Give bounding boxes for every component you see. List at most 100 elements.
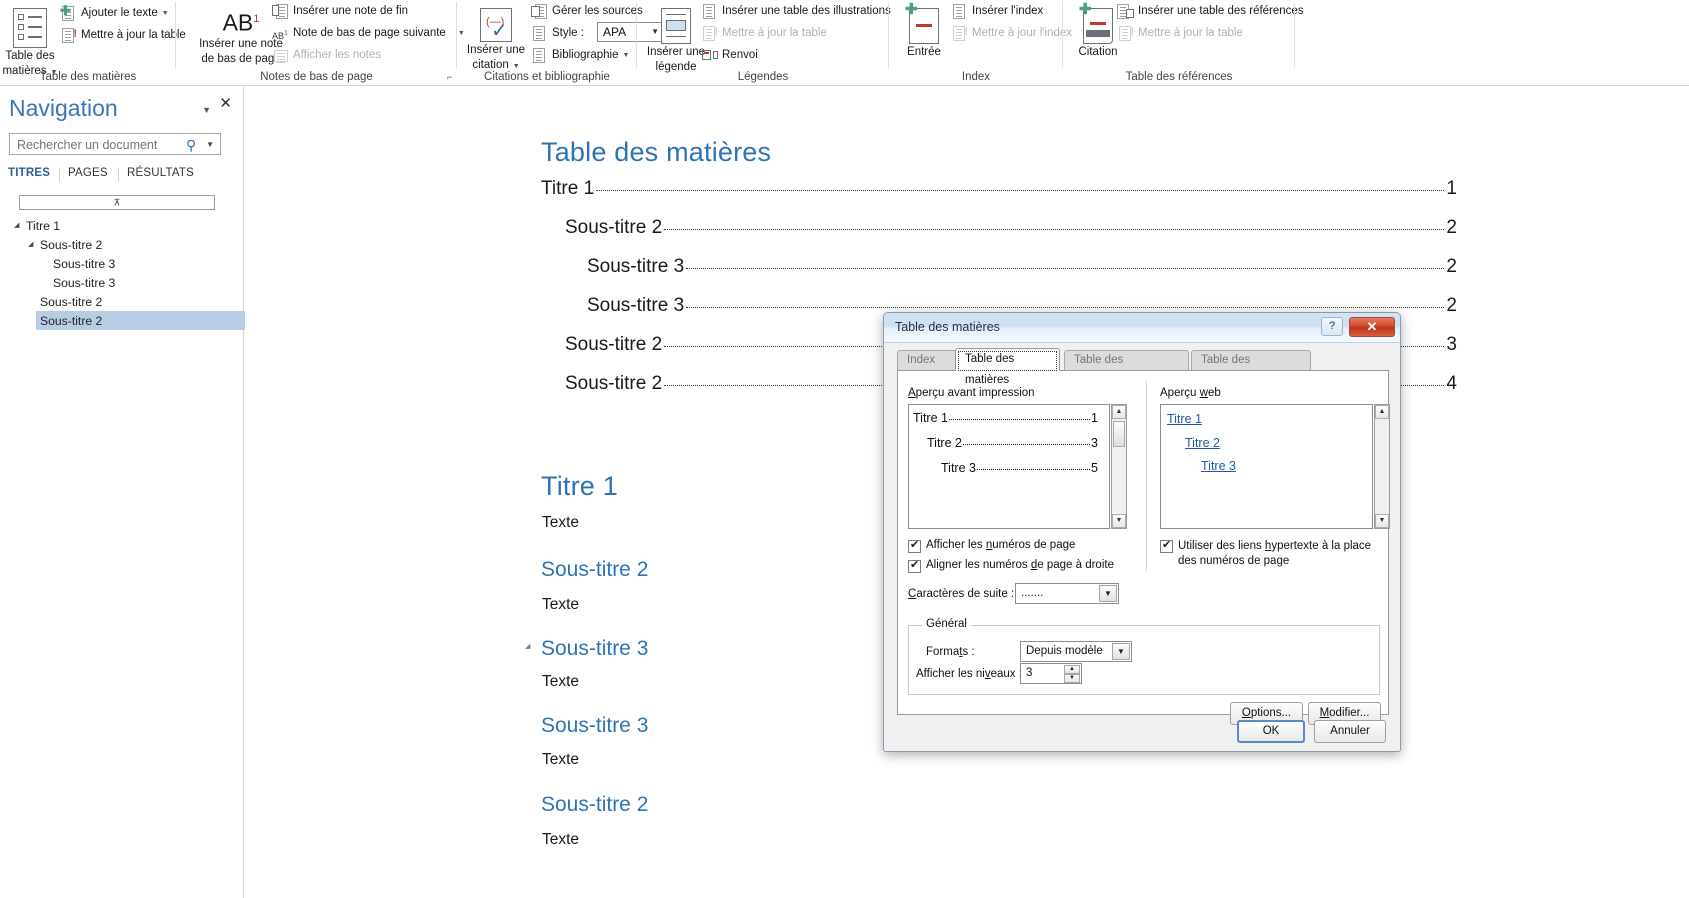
right-align-page-numbers-checkbox[interactable]: Aligner les numéros de page à droite (908, 558, 1114, 573)
manage-sources-button[interactable]: Gérer les sources (531, 1, 643, 21)
show-page-numbers-checkbox[interactable]: Afficher les numéros de page (908, 538, 1075, 553)
web-preview-entry[interactable]: Titre 2 (1185, 436, 1220, 450)
formats-combo[interactable]: Depuis modèle ▼ (1020, 641, 1132, 662)
toc-entry-label: Sous-titre 2 (565, 373, 663, 394)
collapse-all-bar[interactable]: ⊼ (19, 195, 215, 210)
update-table-icon: ! (701, 25, 718, 42)
nav-heading-item-selected[interactable]: Sous-titre 2 (36, 311, 251, 330)
tab-table-des-matieres[interactable]: Table des matières (955, 348, 1060, 386)
citations-dialog-launcher-icon[interactable]: ⌐ (447, 72, 452, 82)
scrollbar-thumb[interactable] (1113, 421, 1125, 447)
close-icon[interactable]: ✕ (219, 96, 232, 111)
chevron-down-icon: ▼ (512, 63, 520, 70)
print-preview-entry: Titre 3 5 (941, 461, 1098, 475)
search-box[interactable]: ⚲ ▼ (9, 133, 221, 155)
nav-heading-item[interactable]: ◢ Sous-titre 2 (0, 235, 244, 254)
print-preview-scrollbar[interactable]: ▲ ▼ (1111, 404, 1127, 529)
web-preview-box: Titre 1 Titre 2 Titre 3 (1160, 404, 1373, 529)
search-input[interactable] (15, 137, 175, 153)
tab-leader-label: Caractères de suite : (908, 588, 1015, 600)
web-preview-entry[interactable]: Titre 3 (1201, 459, 1236, 473)
chevron-down-icon: ▼ (161, 9, 169, 17)
mark-citation-icon: ✚ (1079, 2, 1113, 44)
scroll-up-icon[interactable]: ▲ (1375, 405, 1389, 419)
tab-table-des-illustrations[interactable]: Table des illustrations (1064, 350, 1189, 385)
checkbox-icon[interactable] (908, 538, 921, 553)
chevron-down-icon[interactable]: ▼ (1099, 585, 1117, 602)
print-preview-entry: Titre 2 3 (927, 436, 1098, 450)
citation-style-row[interactable]: Style : (531, 23, 584, 43)
add-text-button[interactable]: ✚ Ajouter le texte ▼ (60, 3, 169, 23)
web-preview-scrollbar[interactable]: ▲ ▼ (1374, 404, 1390, 529)
doc-heading-2: Sous-titre 2 (541, 558, 649, 581)
chevron-down-icon[interactable]: ▼ (1112, 643, 1130, 660)
help-button[interactable]: ? (1321, 317, 1343, 336)
checkbox-icon[interactable] (908, 558, 921, 573)
expander-icon[interactable]: ◢ (525, 642, 530, 650)
ribbon-group-footnotes: AB1 Insérer une note de bas de page Insé… (176, 0, 465, 86)
tab-titres[interactable]: TITRES (8, 167, 50, 179)
nav-heading-item[interactable]: Sous-titre 3 (0, 254, 244, 273)
insert-authorities-table-button[interactable]: Insérer une table des références (1117, 1, 1304, 21)
checkbox-icon[interactable] (1160, 538, 1173, 553)
tab-pages[interactable]: PAGES (68, 167, 108, 179)
panel-divider (1146, 381, 1147, 571)
print-preview-entry-page: 3 (1091, 436, 1098, 450)
nav-heading-item[interactable]: Sous-titre 3 (0, 273, 244, 292)
update-authorities-table-button[interactable]: ! Mettre à jour la table (1117, 23, 1243, 43)
bibliography-icon (531, 47, 548, 64)
scroll-down-icon[interactable]: ▼ (1375, 514, 1389, 528)
chevron-down-icon[interactable]: ▼ (206, 140, 214, 149)
close-button[interactable]: ✕ (1349, 317, 1395, 337)
insert-citation-button[interactable]: (—) ✓ Insérer une citation ▼ (461, 4, 531, 72)
bibliography-button[interactable]: Bibliographie ▼ (531, 45, 629, 65)
use-hyperlinks-checkbox[interactable]: Utiliser des liens hypertexte à la place… (1160, 538, 1385, 569)
insert-index-button[interactable]: Insérer l'index (951, 1, 1043, 21)
show-notes-button[interactable]: Afficher les notes (272, 45, 381, 65)
insert-authorities-table-label: Insérer une table des références (1138, 5, 1304, 17)
web-preview-entry[interactable]: Titre 1 (1167, 412, 1202, 426)
mark-citation-label: Citation (1078, 46, 1118, 58)
toc-entry-label: Sous-titre 3 (587, 295, 685, 316)
nav-heading-label: Titre 1 (26, 218, 61, 233)
spinner-up-icon[interactable]: ▲ (1064, 665, 1080, 674)
insert-table-of-figures-button[interactable]: Insérer une table des illustrations (701, 1, 891, 21)
citation-style-value: APA (603, 25, 627, 39)
cross-reference-button[interactable]: Renvoi (701, 45, 758, 65)
expander-icon[interactable]: ◢ (28, 241, 33, 248)
cancel-button[interactable]: Annuler (1314, 720, 1386, 743)
search-icon[interactable]: ⚲ (186, 137, 196, 154)
toc-button[interactable]: Table des matières ▼ (2, 4, 58, 78)
toc-entry[interactable]: Titre 1 1 (541, 178, 1457, 204)
scroll-down-icon[interactable]: ▼ (1112, 514, 1126, 528)
show-levels-spinner[interactable]: 3 ▲ ▼ (1020, 663, 1082, 684)
scroll-up-icon[interactable]: ▲ (1112, 405, 1126, 419)
expander-icon[interactable]: ◢ (14, 222, 19, 229)
endnote-icon (272, 3, 289, 20)
doc-heading-2: Sous-titre 2 (541, 793, 649, 816)
update-toc-button[interactable]: ! Mettre à jour la table (60, 25, 186, 45)
chevron-down-icon[interactable]: ▼ (202, 105, 211, 115)
spinner-down-icon[interactable]: ▼ (1064, 674, 1080, 683)
next-footnote-button[interactable]: AB1 Note de bas de page suivante ▼ (272, 23, 465, 43)
ok-button[interactable]: OK (1237, 720, 1305, 743)
update-figures-table-button[interactable]: ! Mettre à jour la table (701, 23, 827, 43)
nav-heading-item[interactable]: ◢ Titre 1 (0, 216, 244, 235)
update-index-button[interactable]: ! Mettre à jour l'index (951, 23, 1072, 43)
add-text-icon: ✚ (60, 4, 77, 22)
insert-endnote-button[interactable]: Insérer une note de fin (272, 1, 408, 21)
tab-leader-combo[interactable]: ....... ▼ (1015, 583, 1119, 604)
tab-table-des-references[interactable]: Table des références (1191, 350, 1311, 385)
toc-entry[interactable]: Sous-titre 3 2 (587, 256, 1457, 282)
mark-entry-button[interactable]: ✚ Entrée (893, 2, 955, 59)
update-figures-table-label: Mettre à jour la table (722, 27, 827, 39)
show-levels-label: Afficher les niveaux : (916, 668, 1022, 680)
tab-index[interactable]: Index (897, 350, 957, 370)
dialog-title: Table des matières (895, 320, 1000, 334)
insert-citation-label-2: citation (472, 59, 509, 71)
toc-entry[interactable]: Sous-titre 2 2 (565, 217, 1457, 243)
toc-heading: Table des matières (541, 137, 772, 167)
tab-resultats[interactable]: RÉSULTATS (127, 167, 194, 179)
nav-heading-item[interactable]: Sous-titre 2 (0, 292, 244, 311)
table-of-figures-icon (701, 3, 718, 20)
